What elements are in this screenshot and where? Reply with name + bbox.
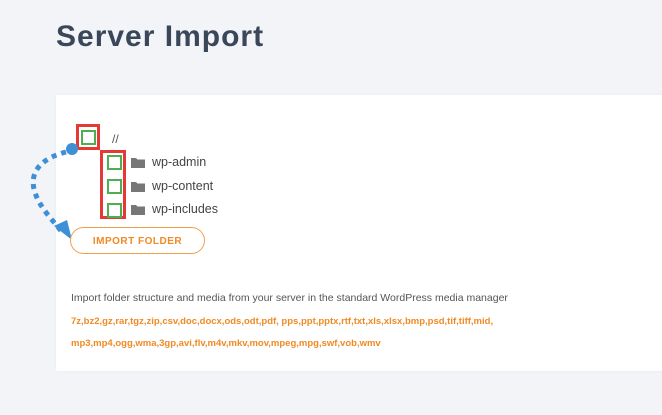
- tree-item-wp-admin[interactable]: wp-admin: [131, 154, 206, 170]
- root-checkbox[interactable]: [81, 130, 96, 145]
- page-title: Server Import: [56, 20, 265, 53]
- folder-icon: [131, 181, 145, 192]
- checkbox-wp-admin[interactable]: [107, 155, 122, 170]
- import-description: Import folder structure and media from y…: [71, 292, 508, 304]
- tree-item-wp-includes[interactable]: wp-includes: [131, 201, 218, 217]
- root-folder-label: //: [112, 132, 119, 146]
- allowed-extensions-line-2: mp3,mp4,ogg,wma,3gp,avi,flv,m4v,mkv,mov,…: [71, 338, 381, 349]
- tree-item-label: wp-includes: [152, 202, 219, 216]
- import-folder-button[interactable]: IMPORT FOLDER: [70, 227, 205, 254]
- checkbox-wp-includes[interactable]: [107, 203, 122, 218]
- tree-item-label: wp-content: [152, 179, 214, 193]
- folder-icon: [131, 204, 145, 215]
- allowed-extensions-line-1: 7z,bz2,gz,rar,tgz,zip,csv,doc,docx,ods,o…: [71, 316, 494, 327]
- tree-item-wp-content[interactable]: wp-content: [131, 178, 213, 194]
- folder-icon: [131, 157, 145, 168]
- checkbox-wp-content[interactable]: [107, 179, 122, 194]
- tree-item-label: wp-admin: [152, 155, 207, 169]
